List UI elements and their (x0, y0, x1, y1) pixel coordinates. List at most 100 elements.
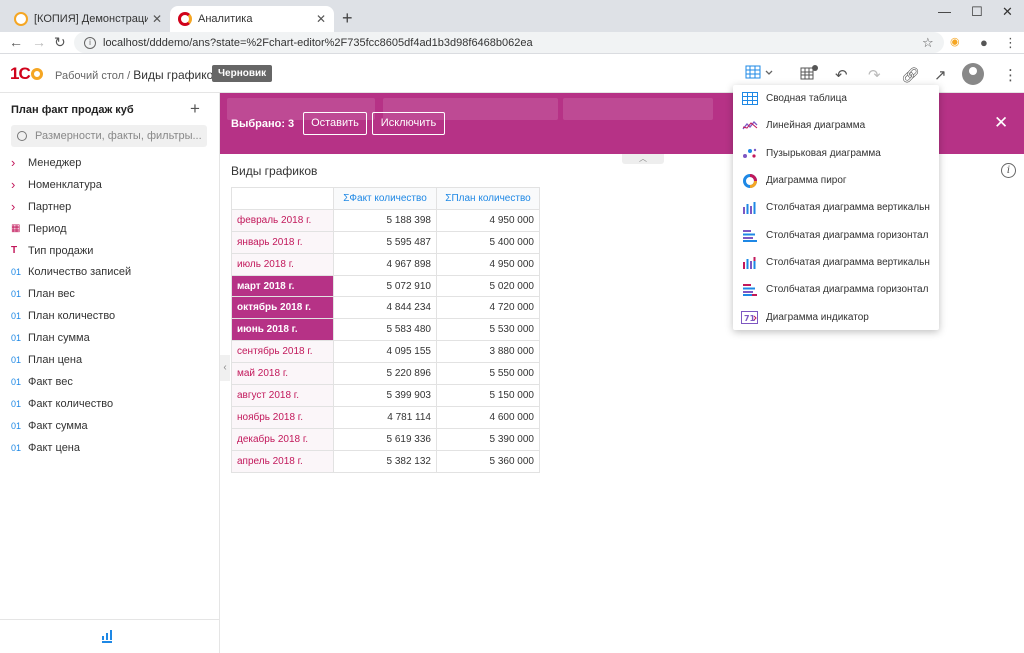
close-tab-icon[interactable]: ✕ (316, 12, 326, 26)
fact-value-cell[interactable]: 5 583 480 (333, 318, 437, 342)
row-header-cell[interactable]: январь 2018 г. (231, 230, 334, 254)
field-item[interactable]: 01 Количество записей (11, 261, 211, 283)
chart-type-menu-item[interactable]: Столбчатая диаграмма вертикальн (733, 194, 939, 221)
statistics-icon[interactable] (102, 630, 112, 643)
field-search-input[interactable]: Размерности, факты, фильтры... (11, 125, 207, 147)
field-item[interactable]: 01 План цена (11, 349, 211, 371)
plan-value-cell[interactable]: 4 600 000 (436, 405, 540, 429)
close-selection-icon[interactable]: ✕ (994, 113, 1008, 133)
fact-value-cell[interactable]: 5 595 487 (333, 230, 437, 254)
table-settings-icon[interactable] (800, 63, 820, 85)
column-header-fact[interactable]: ΣФакт количество (333, 187, 437, 210)
onec-logo[interactable]: 1С (10, 64, 43, 84)
forward-icon[interactable]: → (32, 34, 46, 50)
chart-type-menu-item-label: Диаграмма индикатор (766, 311, 869, 323)
address-bar[interactable]: i localhost/dddemo/ans?state=%2Fchart-ed… (74, 32, 944, 53)
field-item[interactable]: › Номенклатура (11, 174, 211, 196)
fact-value-cell[interactable]: 4 844 234 (333, 296, 437, 320)
info-site-icon[interactable]: i (84, 36, 96, 49)
info-icon[interactable]: i (1001, 163, 1016, 178)
chart-type-button[interactable] (745, 64, 775, 84)
chart-type-menu-item[interactable]: Диаграмма пирог (733, 167, 939, 194)
field-item[interactable]: 01 План сумма (11, 327, 211, 349)
redo-icon[interactable]: ↷ (868, 66, 881, 84)
close-window-icon[interactable]: ✕ (1002, 4, 1013, 20)
chart-type-menu-item[interactable]: Столбчатая диаграмма вертикальн (733, 249, 939, 276)
row-header-cell[interactable]: декабрь 2018 г. (231, 427, 334, 451)
field-item[interactable]: › Менеджер (11, 152, 211, 174)
chart-type-menu-item[interactable]: Пузырьковая диаграмма (733, 140, 939, 167)
field-item[interactable]: T Тип продажи (11, 240, 211, 262)
fact-value-cell[interactable]: 4 781 114 (333, 405, 437, 429)
plan-value-cell[interactable]: 5 020 000 (436, 274, 540, 298)
extension-icon[interactable]: ◉ (950, 35, 960, 48)
plan-value-cell[interactable]: 5 530 000 (436, 318, 540, 342)
plan-value-cell[interactable]: 4 950 000 (436, 252, 540, 276)
row-header-cell[interactable]: август 2018 г. (231, 384, 334, 407)
chart-type-menu-item[interactable]: 71 Диаграмма индикатор (733, 303, 939, 330)
breadcrumb-root[interactable]: Рабочий стол / (55, 70, 130, 82)
undo-icon[interactable]: ↶ (835, 66, 848, 84)
profile-icon[interactable]: ● (980, 35, 988, 50)
fact-value-cell[interactable]: 5 220 896 (333, 362, 437, 386)
row-header-cell[interactable]: июль 2018 г. (231, 252, 334, 276)
plan-value-cell[interactable]: 5 360 000 (436, 449, 540, 473)
browser-menu-icon[interactable]: ⋮ (1004, 35, 1017, 51)
row-header-cell[interactable]: март 2018 г. (231, 274, 334, 298)
row-header-cell[interactable]: апрель 2018 г. (231, 449, 334, 473)
column-header-plan[interactable]: ΣПлан количество (436, 187, 540, 210)
keep-button[interactable]: Оставить (303, 112, 367, 135)
add-icon[interactable]: + (190, 99, 200, 119)
chart-type-menu-item[interactable]: Столбчатая диаграмма горизонтал (733, 276, 939, 303)
field-item[interactable]: 01 План вес (11, 283, 211, 305)
row-header-cell[interactable]: октябрь 2018 г. (231, 296, 334, 320)
user-avatar[interactable] (962, 63, 984, 85)
reload-icon[interactable]: ↻ (54, 34, 66, 51)
close-tab-icon[interactable]: ✕ (152, 12, 162, 26)
row-header-cell[interactable]: июнь 2018 г. (231, 318, 334, 342)
field-item-label: Факт вес (28, 375, 73, 388)
fact-value-cell[interactable]: 5 399 903 (333, 384, 437, 407)
plan-value-cell[interactable]: 4 720 000 (436, 296, 540, 320)
fact-value-cell[interactable]: 5 382 132 (333, 449, 437, 473)
chart-type-menu-item[interactable]: Столбчатая диаграмма горизонтал (733, 221, 939, 248)
browser-tab-demo[interactable]: [КОПИЯ] Демонстрационная ба ✕ (6, 6, 170, 32)
field-item[interactable]: 01 План количество (11, 305, 211, 327)
fact-value-cell[interactable]: 5 072 910 (333, 274, 437, 298)
minimize-icon[interactable]: — (938, 4, 951, 19)
back-icon[interactable]: ← (9, 34, 23, 50)
panel-splitter-handle[interactable]: ‹ (220, 355, 230, 381)
plan-value-cell[interactable]: 5 400 000 (436, 230, 540, 254)
fact-value-cell[interactable]: 5 619 336 (333, 427, 437, 451)
chart-type-menu-item[interactable]: Линейная диаграмма (733, 112, 939, 139)
exclude-button[interactable]: Исключить (372, 112, 445, 135)
plan-value-cell[interactable]: 5 150 000 (436, 384, 540, 407)
app-menu-icon[interactable]: ⋮ (1003, 66, 1018, 84)
row-header-cell[interactable]: февраль 2018 г. (231, 208, 334, 232)
fact-value-cell[interactable]: 5 188 398 (333, 208, 437, 232)
row-header-cell[interactable]: сентябрь 2018 г. (231, 340, 334, 364)
link-icon[interactable]: 🔗︎ (901, 66, 920, 84)
chart-type-menu-item[interactable]: Сводная таблица (733, 85, 939, 112)
field-item[interactable]: 01 Факт сумма (11, 415, 211, 437)
row-header-cell[interactable]: ноябрь 2018 г. (231, 405, 334, 429)
filter-chip[interactable] (563, 98, 713, 120)
plan-value-cell[interactable]: 5 390 000 (436, 427, 540, 451)
field-item[interactable]: 01 Факт вес (11, 371, 211, 393)
maximize-icon[interactable]: ☐ (971, 4, 983, 20)
collapse-filters-icon[interactable]: ︿ (622, 154, 664, 164)
browser-tab-analytics[interactable]: Аналитика ✕ (170, 6, 334, 32)
row-header-cell[interactable]: май 2018 г. (231, 362, 334, 386)
field-item[interactable]: 01 Факт количество (11, 393, 211, 415)
open-external-icon[interactable]: ↗ (934, 66, 947, 84)
fact-value-cell[interactable]: 4 967 898 (333, 252, 437, 276)
field-item[interactable]: › Партнер (11, 196, 211, 218)
bookmark-star-icon[interactable]: ☆ (922, 35, 934, 51)
field-item[interactable]: ▦ Период (11, 218, 211, 240)
plan-value-cell[interactable]: 5 550 000 (436, 362, 540, 386)
new-tab-icon[interactable]: + (342, 8, 353, 29)
plan-value-cell[interactable]: 3 880 000 (436, 340, 540, 364)
plan-value-cell[interactable]: 4 950 000 (436, 208, 540, 232)
field-item[interactable]: 01 Факт цена (11, 437, 211, 459)
fact-value-cell[interactable]: 4 095 155 (333, 340, 437, 364)
